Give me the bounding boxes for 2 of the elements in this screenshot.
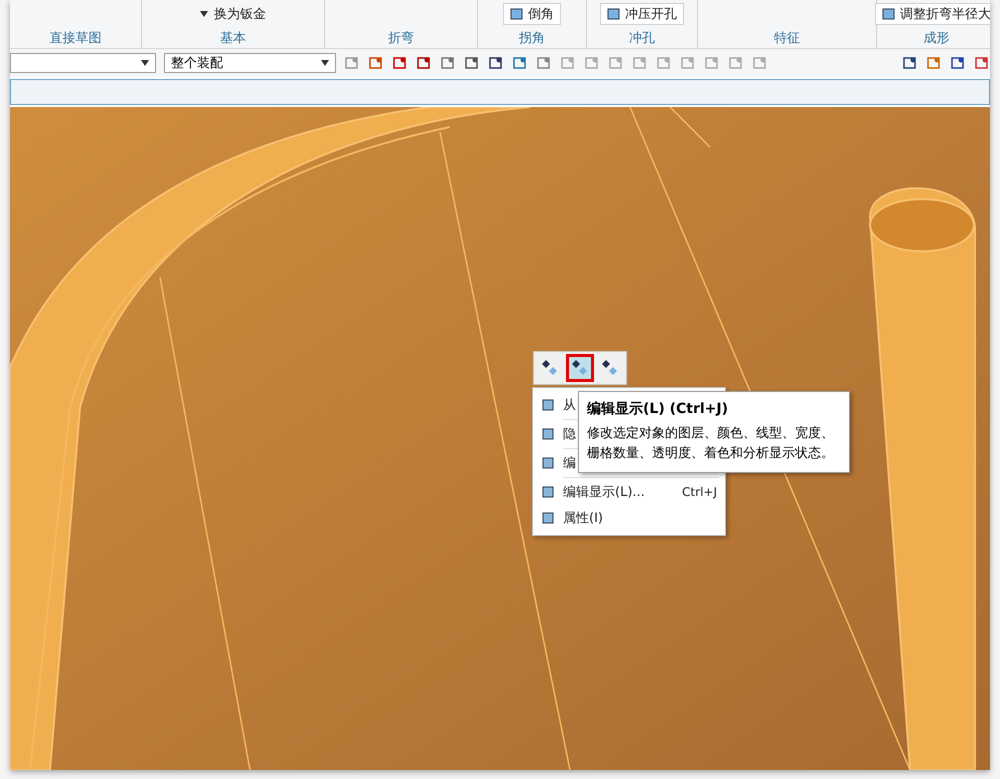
tooltip-title: 编辑显示(L) (Ctrl+J) [587,400,729,418]
tooltip-text: 修改选定对象的图层、颜色、线型、宽度、栅格数量、透明度、着色和分析显示状态。 [587,425,835,463]
